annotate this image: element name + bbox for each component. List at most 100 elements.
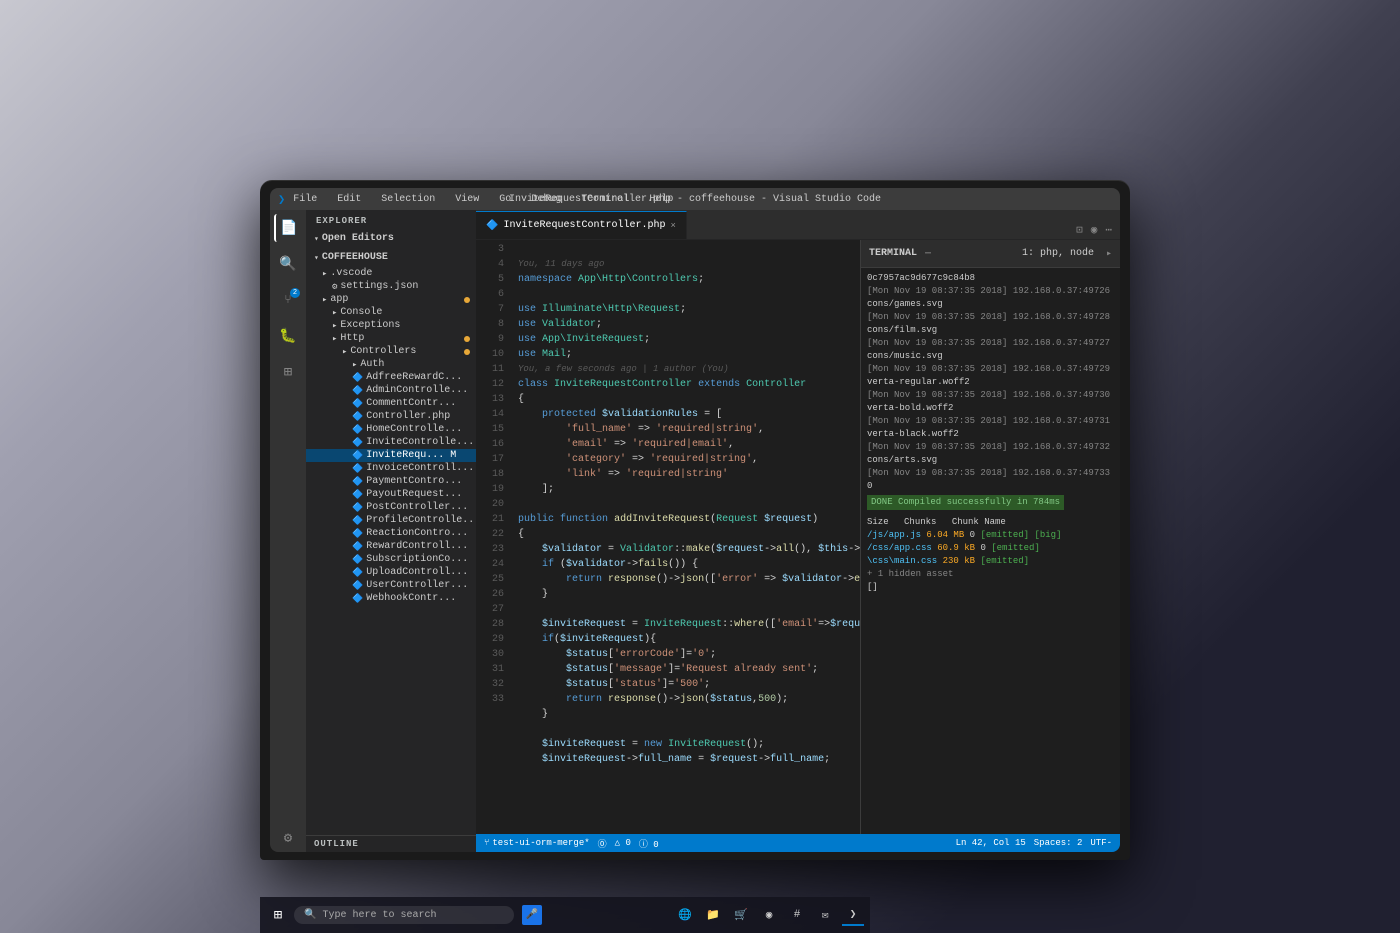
file-icon: ⚙ xyxy=(332,282,337,292)
php-icon: 🔷 xyxy=(352,464,363,474)
explorer-header: Explorer xyxy=(306,210,476,229)
taskbar-explorer-icon[interactable]: 📁 xyxy=(702,904,724,926)
terminal-tab-label[interactable]: 1: php, node xyxy=(1022,248,1094,259)
taskbar-vscode-active-icon[interactable]: ❯ xyxy=(842,904,864,926)
user-file[interactable]: 🔷 UserController... xyxy=(306,579,476,592)
taskbar-store-icon[interactable]: 🛒 xyxy=(730,904,752,926)
search-icon: 🔍 xyxy=(304,909,316,921)
comment-label: CommentContr... xyxy=(366,398,456,409)
split-editor-icon[interactable]: ⊡ xyxy=(1074,221,1085,239)
more-actions-icon[interactable]: ⋯ xyxy=(1103,221,1114,239)
terminal-line: [Mon Nov 19 08:37:35 2018] 192.168.0.37:… xyxy=(867,389,1114,402)
line-num: 12 xyxy=(476,377,504,392)
http-folder[interactable]: ▸ Http xyxy=(306,332,476,345)
line-num: 32 xyxy=(476,677,504,692)
webhook-label: WebhookContr... xyxy=(366,593,456,604)
reaction-file[interactable]: 🔷 ReactionContro... xyxy=(306,527,476,540)
outline-section: Outline xyxy=(306,835,476,852)
payout-file[interactable]: 🔷 PayoutRequest... xyxy=(306,488,476,501)
line-num: 13 xyxy=(476,392,504,407)
line-num: 29 xyxy=(476,632,504,647)
terminal-line: [Mon Nov 19 08:37:35 2018] 192.168.0.37:… xyxy=(867,311,1114,324)
activity-search-icon[interactable]: 🔍 xyxy=(274,250,302,278)
activity-explorer-icon[interactable]: 📄 xyxy=(274,214,302,242)
invite-controller-file[interactable]: 🔷 InviteControlle... xyxy=(306,436,476,449)
line-num: 16 xyxy=(476,437,504,452)
line-num: 25 xyxy=(476,572,504,587)
upload-file[interactable]: 🔷 UploadControll... xyxy=(306,566,476,579)
app-folder[interactable]: ▸ app xyxy=(306,293,476,306)
exceptions-folder[interactable]: ▸ Exceptions xyxy=(306,319,476,332)
auth-folder[interactable]: ▸ Auth xyxy=(306,358,476,371)
reward-file[interactable]: 🔷 RewardControll... xyxy=(306,540,476,553)
taskbar-search[interactable]: 🔍 Type here to search xyxy=(294,906,514,924)
invite-request-file[interactable]: 🔷 InviteRequ... M xyxy=(306,449,476,462)
encoding: UTF- xyxy=(1090,838,1112,848)
start-button[interactable]: ⊞ xyxy=(266,903,290,927)
terminal-title: TERMINAL xyxy=(869,248,917,259)
home-label: HomeControlle... xyxy=(366,424,462,435)
terminal-line: cons/film.svg xyxy=(867,324,1114,337)
branch-name: test-ui-orm-merge* xyxy=(492,838,589,848)
comment-file[interactable]: 🔷 CommentContr... xyxy=(306,397,476,410)
user-label: UserController... xyxy=(366,580,468,591)
git-branch-status[interactable]: ⑂ test-ui-orm-merge* xyxy=(484,838,590,848)
terminal-line: [Mon Nov 19 08:37:35 2018] 192.168.0.37:… xyxy=(867,441,1114,454)
taskbar-cortana-icon[interactable]: 🎤 xyxy=(522,905,542,925)
webhook-file[interactable]: 🔷 WebhookContr... xyxy=(306,592,476,605)
terminal-asset-1: /js/app.js 6.04 MB 0 [emitted] [big] xyxy=(867,529,1114,542)
payment-file[interactable]: 🔷 PaymentContro... xyxy=(306,475,476,488)
tab-close-button[interactable]: × xyxy=(670,221,675,231)
open-editors-label: Open Editors xyxy=(322,233,394,244)
profile-file[interactable]: 🔷 ProfileControlle... xyxy=(306,514,476,527)
windows-taskbar: ⊞ 🔍 Type here to search 🎤 🌐 📁 🛒 ◉ # ✉ ❯ xyxy=(260,897,870,933)
http-label: Http xyxy=(340,333,364,344)
taskbar-mail-icon[interactable]: ✉ xyxy=(814,904,836,926)
line-num: 23 xyxy=(476,542,504,557)
menu-selection[interactable]: Selection xyxy=(377,192,439,207)
code-content[interactable]: You, 11 days ago namespace App\Http\Cont… xyxy=(512,240,860,834)
terminal-header: TERMINAL ⋯ 1: php, node ▸ xyxy=(861,240,1120,268)
http-modified-badge xyxy=(464,336,470,342)
activity-extensions-icon[interactable]: ⊞ xyxy=(274,358,302,386)
controllers-modified-badge xyxy=(464,349,470,355)
admin-file[interactable]: 🔷 AdminControlle... xyxy=(306,384,476,397)
taskbar-edge-icon[interactable]: 🌐 xyxy=(674,904,696,926)
php-file-icon: 🔷 xyxy=(486,220,498,232)
activity-debug-icon[interactable]: 🐛 xyxy=(274,322,302,350)
project-toggle[interactable]: ▾ COFFEEHOUSE xyxy=(306,250,476,265)
invoice-file[interactable]: 🔷 InvoiceControll... xyxy=(306,462,476,475)
terminal-line: cons/music.svg xyxy=(867,350,1114,363)
preview-icon[interactable]: ◉ xyxy=(1089,221,1100,239)
controllers-folder[interactable]: ▸ Controllers xyxy=(306,345,476,358)
folder-icon: ▸ xyxy=(322,295,327,305)
taskbar-hashtag-icon[interactable]: # xyxy=(786,904,808,926)
menu-edit[interactable]: Edit xyxy=(333,192,365,207)
console-folder[interactable]: ▸ Console xyxy=(306,306,476,319)
active-tab[interactable]: 🔷 InviteRequestController.php × xyxy=(476,211,687,239)
adfree-file[interactable]: 🔷 AdfreeRewardC... xyxy=(306,371,476,384)
php-icon: 🔷 xyxy=(352,568,363,578)
open-editors-toggle[interactable]: ▾ Open Editors xyxy=(306,231,476,246)
post-file[interactable]: 🔷 PostController... xyxy=(306,501,476,514)
line-num: 26 xyxy=(476,587,504,602)
vscode-folder[interactable]: ▸ .vscode xyxy=(306,267,476,280)
activity-git-icon[interactable]: ⑂ 2 xyxy=(274,286,302,314)
menu-view[interactable]: View xyxy=(451,192,483,207)
taskbar-chrome-icon[interactable]: ◉ xyxy=(758,904,780,926)
settings-file[interactable]: ⚙ settings.json xyxy=(306,280,476,293)
controller-file[interactable]: 🔷 Controller.php xyxy=(306,410,476,423)
activity-settings-icon[interactable]: ⚙ xyxy=(274,824,302,852)
home-file[interactable]: 🔷 HomeControlle... xyxy=(306,423,476,436)
terminal-expand-icon[interactable]: ▸ xyxy=(1106,248,1112,260)
line-num: 7 xyxy=(476,302,504,317)
search-placeholder: Type here to search xyxy=(322,910,436,921)
line-num: 14 xyxy=(476,407,504,422)
line-num: 19 xyxy=(476,482,504,497)
file-tree: ▸ .vscode ⚙ settings.json ▸ app xyxy=(306,267,476,835)
subscription-file[interactable]: 🔷 SubscriptionCo... xyxy=(306,553,476,566)
menu-file[interactable]: File xyxy=(289,192,321,207)
code-editor[interactable]: 3 4 5 6 7 8 9 10 11 12 xyxy=(476,240,860,834)
terminal-line: Size Chunks Chunk Name xyxy=(867,516,1114,529)
terminal-more-icon[interactable]: ⋯ xyxy=(925,248,931,260)
